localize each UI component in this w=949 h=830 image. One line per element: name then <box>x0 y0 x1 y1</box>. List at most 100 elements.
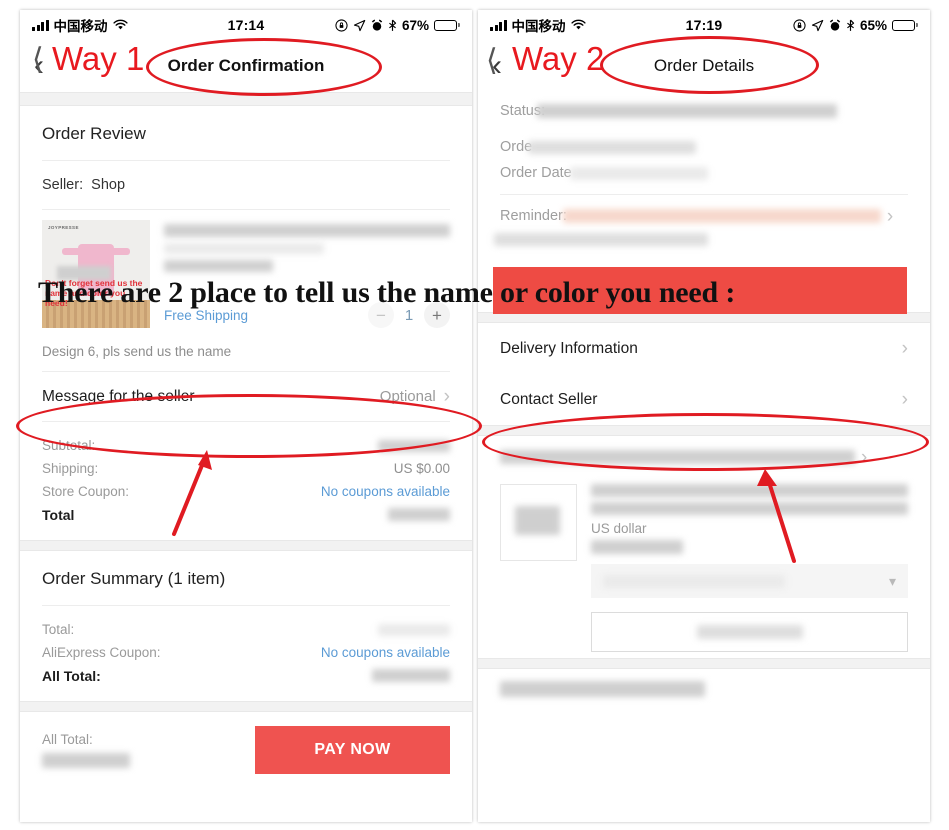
section-divider <box>478 658 930 669</box>
all-total-value-blurred <box>372 669 450 682</box>
annotation-back-chevron-way1: ⟨ <box>32 43 44 76</box>
price-blurred <box>591 540 683 554</box>
status-bar-right: 中国移动 17:19 65% <box>478 10 930 40</box>
product-title-blurred <box>164 220 450 278</box>
product-row[interactable]: JOYPRESSE Don't forget send us the name … <box>42 210 450 334</box>
thumbnail-blur-patch <box>514 506 560 535</box>
annotation-way1-label: Way 1 <box>52 40 145 77</box>
action-button[interactable] <box>591 612 908 652</box>
contact-seller-label: Contact Seller <box>500 390 598 408</box>
variant-value-blurred <box>603 574 785 588</box>
footer-blurred-text <box>500 681 705 697</box>
chevron-right-icon: › <box>901 338 908 359</box>
summary-price-list: Total: AliExpress Coupon: No coupons ava… <box>42 606 450 701</box>
total-value-blurred <box>388 508 450 521</box>
chevron-right-icon: › <box>901 389 908 410</box>
price-value: US $0.00 <box>393 461 450 476</box>
reminder-label: Reminder: <box>500 208 567 224</box>
status-bar-left-group: 中国移动 <box>490 15 586 35</box>
product-customization-note: Design 6, pls send us the name <box>42 344 232 359</box>
battery-percent-label: 67% <box>401 17 429 33</box>
alarm-clock-icon <box>829 19 841 31</box>
status-bar-left: 中国移动 17:14 67% <box>20 10 472 40</box>
rotation-lock-icon <box>335 18 348 32</box>
signal-bars-icon <box>32 19 49 31</box>
price-row: AliExpress Coupon: No coupons available <box>42 641 450 664</box>
section-divider <box>20 92 472 106</box>
pay-now-button[interactable]: PAY NOW <box>255 726 450 774</box>
price-label: Total: <box>42 622 75 637</box>
order-product-card: › US dollar ▾ <box>478 444 930 658</box>
reminder-value-blurred <box>562 209 881 223</box>
price-row: All Total: <box>42 664 450 687</box>
store-name-row[interactable]: › <box>500 444 908 470</box>
message-for-seller-value-group: Optional › <box>380 387 450 406</box>
footer-total-value-blurred <box>42 753 130 768</box>
price-label: AliExpress Coupon: <box>42 645 161 660</box>
order-footer-card <box>478 681 930 697</box>
product-row[interactable]: US dollar ▾ <box>500 470 908 658</box>
bluetooth-icon <box>389 19 397 31</box>
product-info: Free Shipping − 1 + <box>164 220 450 328</box>
wifi-icon <box>112 19 128 30</box>
annotation-arrow-right <box>757 469 796 563</box>
order-date-value-blurred <box>569 166 708 180</box>
price-row: Subtotal: <box>42 434 450 457</box>
order-price-list: Subtotal: Shipping: US $0.00 Store Coupo… <box>42 422 450 540</box>
carrier-label: 中国移动 <box>53 19 108 34</box>
chevron-right-icon: › <box>861 446 868 468</box>
product-thumbnail[interactable] <box>500 484 577 561</box>
status-bar-right-group: 67% <box>335 18 460 33</box>
price-label-total: Total <box>42 506 75 523</box>
store-coupon-link[interactable]: No coupons available <box>321 484 450 499</box>
order-review-title: Order Review <box>42 124 146 143</box>
battery-percent-label: 65% <box>859 17 887 33</box>
chevron-right-icon: › <box>886 205 894 227</box>
delivery-information-row[interactable]: Delivery Information › <box>500 323 908 374</box>
battery-icon <box>892 19 918 31</box>
aliexpress-coupon-link[interactable]: No coupons available <box>321 645 450 660</box>
section-divider <box>20 540 472 551</box>
message-for-seller-row[interactable]: Message for the seller Optional › <box>42 372 450 421</box>
price-row: Total <box>42 503 450 526</box>
annotation-back-chevron-way2: ⟨ <box>486 44 498 77</box>
screenshot-canvas: 中国移动 17:14 67% ‹ Order Confirmation Orde… <box>0 0 949 830</box>
chevron-right-icon: › <box>443 386 450 407</box>
price-row: Store Coupon: No coupons available <box>42 480 450 503</box>
annotation-headline: There are 2 place to tell us the name or… <box>38 276 736 309</box>
seller-row[interactable]: Seller: Shop <box>42 161 450 209</box>
price-label: Subtotal: <box>42 438 96 453</box>
seller-label: Seller: <box>42 177 84 193</box>
price-label: Shipping: <box>42 461 99 476</box>
section-divider <box>20 701 472 712</box>
order-number-value-blurred <box>528 140 697 154</box>
thumbnail-brand-label: JOYPRESSE <box>48 225 79 230</box>
order-date-row: Order Date <box>500 160 908 186</box>
order-details-card: Status: Orde Order Date Reminder: › <box>478 92 930 246</box>
divider <box>500 194 908 195</box>
price-label-all-total: All Total: <box>42 667 101 684</box>
order-links-card: Delivery Information › Contact Seller › <box>478 323 930 425</box>
checkout-footer: All Total: PAY NOW <box>20 712 472 790</box>
price-label: Store Coupon: <box>42 484 130 499</box>
product-thumbnail[interactable]: JOYPRESSE Don't forget send us the name … <box>42 220 150 328</box>
alarm-clock-icon <box>371 19 383 31</box>
price-row: Total: <box>42 618 450 641</box>
footer-total-label: All Total: <box>42 732 93 747</box>
price-row: Shipping: US $0.00 <box>42 457 450 480</box>
status-value-blurred <box>537 104 838 118</box>
order-date-label: Order Date <box>500 165 572 181</box>
phone-panel-way1: 中国移动 17:14 67% ‹ Order Confirmation Orde… <box>20 10 472 822</box>
order-number-row: Orde <box>500 134 908 160</box>
rotation-lock-icon <box>793 18 806 32</box>
order-summary-card: Order Summary (1 item) Total: AliExpress… <box>20 551 472 701</box>
status-bar-left-group: 中国移动 <box>32 15 128 35</box>
reminder-row[interactable]: Reminder: › <box>500 203 908 229</box>
message-optional-value: Optional <box>379 388 436 405</box>
phone-panel-way2: 中国移动 17:19 65% ‹ Order Details Status: O… <box>478 10 930 822</box>
signal-bars-icon <box>490 19 507 31</box>
delivery-information-label: Delivery Information <box>500 339 638 357</box>
variant-select[interactable]: ▾ <box>591 564 908 598</box>
price-value-blurred <box>378 623 450 636</box>
contact-seller-row[interactable]: Contact Seller › <box>500 374 908 425</box>
